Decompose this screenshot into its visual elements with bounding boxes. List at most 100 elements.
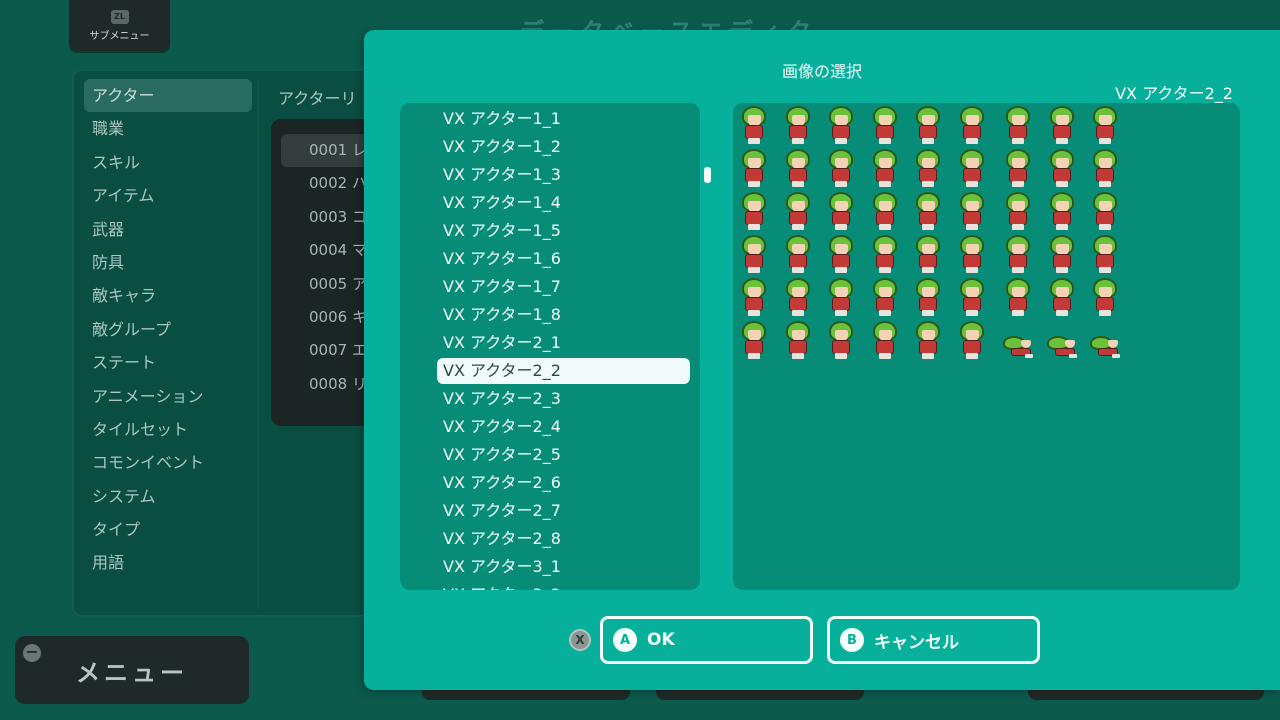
category-item[interactable]: 職業 [84,112,252,145]
sprite-legs [878,181,891,187]
sprite-legs [965,224,978,230]
category-item[interactable]: 敵キャラ [84,279,252,312]
image-file-item[interactable]: VX アクター1_4 [443,190,561,216]
sprite-face [1108,340,1118,348]
sprite-body [1052,125,1071,139]
image-file-item[interactable]: VX アクター1_8 [443,302,561,328]
category-item[interactable]: タイプ [84,513,252,546]
sprite-legs [922,310,934,316]
submenu-button[interactable]: ZL サブメニュー [69,0,170,51]
menu-label: メニュー [76,658,188,687]
character-sprite [870,191,900,231]
character-sprite [1003,320,1033,360]
sprite-body [1096,254,1114,268]
category-item[interactable]: 用語 [84,546,252,579]
character-sprite [783,277,813,317]
character-sprite [1047,191,1077,231]
sprite-body [1009,211,1027,225]
image-file-item[interactable]: VX アクター1_6 [443,246,561,272]
sprite-body [788,340,807,354]
character-sprite [1090,277,1120,317]
sprite-body [1052,211,1071,225]
category-item[interactable]: ステート [84,346,252,379]
category-item[interactable]: コモンイベント [84,446,252,479]
sprite-body [919,168,937,182]
sprite-body [832,125,850,139]
cancel-button[interactable]: B キャンセル [827,616,1040,664]
character-sprite [1047,277,1077,317]
ok-label: OK [647,630,675,650]
sprite-body [832,340,850,354]
image-file-item[interactable]: VX アクター2_5 [443,442,561,468]
ok-button[interactable]: A OK [600,616,813,664]
category-item[interactable]: システム [84,480,252,513]
scrollbar-thumb[interactable] [704,167,711,183]
image-file-item[interactable]: VX アクター2_1 [443,330,561,356]
dialog-title: 画像の選択 [781,62,862,81]
category-item[interactable]: アイテム [84,179,252,212]
image-file-item[interactable]: VX アクター2_4 [443,414,561,440]
sprite-legs [922,353,934,359]
category-item[interactable]: 敵グループ [84,313,252,346]
sprite-legs [878,310,891,316]
sprite-legs [922,181,934,187]
character-sprite [957,320,987,360]
character-sprite [1090,234,1120,274]
sprite-legs [835,224,847,230]
sprite-body [1009,168,1027,182]
sprite-body [832,297,850,311]
sprite-legs [1099,267,1111,273]
character-sprite [957,277,987,317]
character-sprite [1003,277,1033,317]
image-file-item[interactable]: VX アクター1_5 [443,218,561,244]
image-file-item[interactable]: VX アクター2_3 [443,386,561,412]
category-item[interactable]: アニメーション [84,380,252,413]
sprite-legs [791,181,804,187]
sprite-body [962,168,981,182]
character-sprite [870,105,900,145]
sprite-legs [1055,181,1068,187]
sprite-body [1096,211,1114,225]
image-file-item[interactable]: VX アクター1_7 [443,274,561,300]
image-file-item[interactable]: VX アクター2_8 [443,526,561,552]
sprite-legs [791,353,804,359]
sprite-body [919,340,937,354]
character-sprite [739,320,769,360]
sprite-body [919,125,937,139]
character-sprite [1003,148,1033,188]
image-file-item[interactable]: VX アクター1_2 [443,134,561,160]
actor-list-header: アクターリ [278,89,357,108]
image-file-item[interactable]: VX アクター1_1 [443,106,561,132]
category-item[interactable]: スキル [84,146,252,179]
image-file-item[interactable]: VX アクター3_1 [443,554,561,580]
background-button [656,690,864,700]
sprite-legs [748,181,760,187]
sprite-legs [878,353,891,359]
sprite-body [875,254,894,268]
sprite-body [788,125,807,139]
image-file-item[interactable]: VX アクター2_2 [437,358,690,384]
sprite-body [919,211,937,225]
image-file-item[interactable]: VX アクター3_2 [443,582,561,590]
category-item[interactable]: タイルセット [84,413,252,446]
image-file-item[interactable]: VX アクター2_7 [443,498,561,524]
category-item[interactable]: アクター [84,79,252,113]
category-item[interactable]: 武器 [84,213,252,246]
character-sprite [1003,105,1033,145]
image-file-item[interactable]: VX アクター1_3 [443,162,561,188]
sprite-body [745,254,763,268]
sprite-legs [965,310,978,316]
sprite-body [962,340,981,354]
character-sprite [913,320,943,360]
cancel-label: キャンセル [874,632,959,653]
image-file-list[interactable]: VX アクター1_1 VX アクター1_2 VX アクター1_3 VX アクター1_4… [400,103,700,590]
menu-button[interactable]: − メニュー [15,636,249,704]
sprite-legs [1099,138,1111,144]
character-sprite [783,234,813,274]
sprite-body [745,211,763,225]
character-sprite [739,148,769,188]
category-item[interactable]: 防具 [84,246,252,279]
sprite-body [962,125,981,139]
image-file-item[interactable]: VX アクター2_6 [443,470,561,496]
sprite-body [875,168,894,182]
